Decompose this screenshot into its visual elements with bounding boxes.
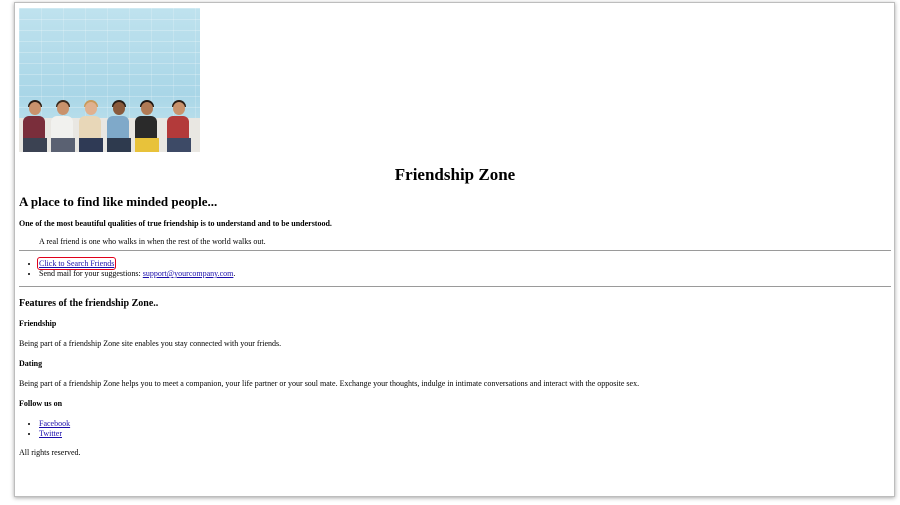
quote-text: A real friend is one who walks in when t… <box>39 237 266 246</box>
list-item-twitter: Twitter <box>39 429 70 439</box>
search-friends-link[interactable]: Click to Search Friends <box>36 257 117 270</box>
feature-text-friendship: Being part of a friendship Zone site ena… <box>19 339 282 348</box>
page-title: Friendship Zone <box>394 165 516 184</box>
page-tagline: A place to find like minded people... <box>19 194 218 209</box>
quote-bold: One of the most beautiful qualities of t… <box>19 219 332 228</box>
hero-image <box>19 8 200 152</box>
divider-bottom <box>19 286 891 287</box>
feature-title-dating: Dating <box>19 359 43 368</box>
mail-prefix: Send mail for your suggestions: <box>39 269 143 278</box>
footer-text: All rights reserved. <box>19 448 81 457</box>
features-heading: Features of the friendship Zone.. <box>19 298 159 309</box>
hero-person-1 <box>23 100 47 152</box>
twitter-link[interactable]: Twitter <box>39 429 62 438</box>
mail-suffix: . <box>233 269 236 278</box>
list-item-mail: Send mail for your suggestions: support@… <box>39 269 235 279</box>
feature-title-friendship: Friendship <box>19 319 57 328</box>
feature-text-dating: Being part of a friendship Zone helps yo… <box>19 379 640 388</box>
social-list: Facebook Twitter <box>19 419 70 439</box>
hero-person-6 <box>167 100 191 152</box>
hero-person-4 <box>107 100 131 152</box>
list-item-facebook: Facebook <box>39 419 70 429</box>
follow-heading: Follow us on <box>19 399 63 408</box>
hero-person-3 <box>79 100 103 152</box>
hero-person-2 <box>51 100 75 152</box>
hero-person-5 <box>135 100 159 152</box>
support-email-link[interactable]: support@yourcompany.com <box>143 269 234 278</box>
divider-top <box>19 250 891 251</box>
facebook-link[interactable]: Facebook <box>39 419 70 428</box>
page-frame: Friendship Zone A place to find like min… <box>14 2 895 497</box>
links-list: Click to Search Friends Send mail for yo… <box>19 257 235 279</box>
list-item-search: Click to Search Friends <box>36 257 235 270</box>
